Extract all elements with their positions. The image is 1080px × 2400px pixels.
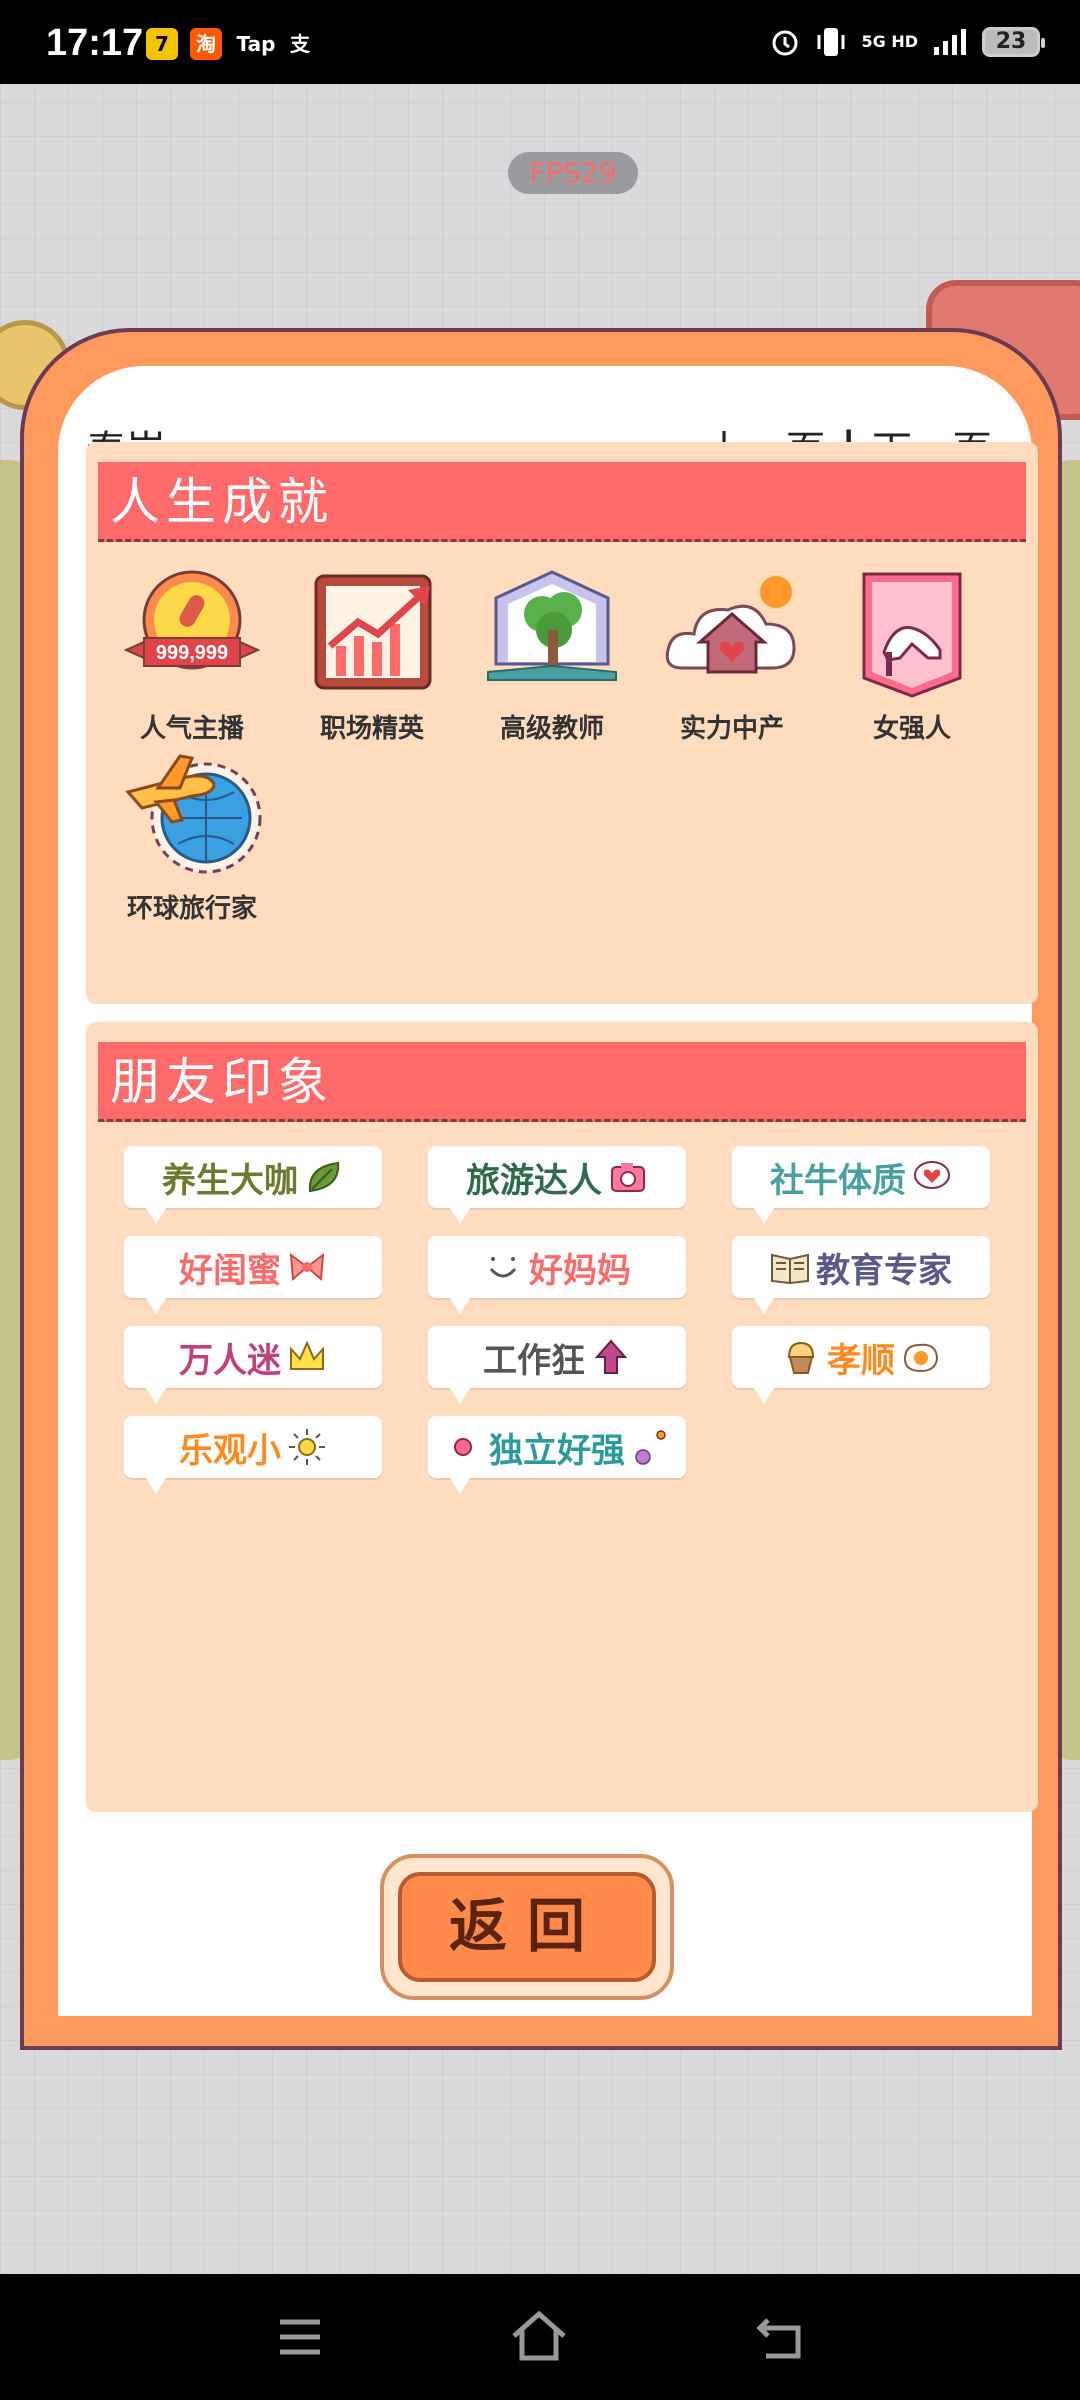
arrow-up-icon bbox=[594, 1339, 628, 1374]
impression-tag[interactable]: 好闺蜜 bbox=[124, 1236, 382, 1314]
cloud-house-icon bbox=[665, 576, 796, 674]
taobao-icon: 淘 bbox=[190, 28, 222, 60]
impression-label: 旅游达人 bbox=[466, 1160, 602, 1201]
impression-label: 万人迷 bbox=[179, 1340, 281, 1381]
impression-label: 乐观小 bbox=[179, 1430, 281, 1471]
globe-plane-icon bbox=[125, 754, 262, 874]
leaf-icon bbox=[308, 1161, 340, 1193]
impression-tag[interactable]: 工作狂 bbox=[428, 1326, 686, 1404]
fps-counter: FPS29 bbox=[508, 152, 638, 194]
tap-icon: Tap bbox=[236, 32, 276, 56]
achievement-label: 高级教师 bbox=[499, 714, 604, 744]
achievement-label: 实力中产 bbox=[679, 714, 784, 744]
impressions-title: 朋友印象 bbox=[98, 1042, 1026, 1122]
app-7-icon: 7 bbox=[146, 28, 178, 60]
camera-icon bbox=[611, 1163, 645, 1192]
status-time: 17:17 bbox=[46, 22, 144, 64]
achievement-item[interactable]: 职场精英 bbox=[292, 568, 452, 745]
status-bar: 17:17 7 淘 Tap 支 5G HD 23 bbox=[0, 0, 1080, 84]
dots-icon bbox=[635, 1430, 666, 1465]
achievement-item[interactable]: 环球旅行家 bbox=[112, 748, 272, 925]
status-indicators: 5G HD 23 bbox=[769, 22, 1045, 62]
signal-icon bbox=[934, 29, 966, 55]
crown-icon bbox=[290, 1340, 324, 1370]
profile-modal: 秦岚 上一页 | 下一页 人生成就 999,999 人气主播 bbox=[20, 328, 1062, 2050]
impression-tag[interactable]: 乐观小 bbox=[124, 1416, 382, 1494]
bow-icon bbox=[289, 1252, 325, 1282]
impressions-panel: 朋友印象 养生大咖 旅游达人 社牛体质 好闺蜜 好妈妈 教育专家 万人迷 工作狂… bbox=[86, 1022, 1038, 1812]
home-icon[interactable] bbox=[508, 2308, 570, 2364]
impression-tag[interactable]: 教育专家 bbox=[732, 1236, 990, 1314]
impression-label: 工作狂 bbox=[483, 1340, 585, 1381]
achievement-item[interactable]: 高级教师 bbox=[472, 568, 632, 745]
system-nav-bar bbox=[0, 2274, 1080, 2400]
alarm-icon bbox=[772, 30, 798, 56]
menu-icon[interactable] bbox=[276, 2316, 324, 2358]
impression-tag[interactable]: 养生大咖 bbox=[124, 1146, 382, 1224]
impression-label: 好妈妈 bbox=[529, 1250, 631, 1291]
impression-label: 孝顺 bbox=[827, 1340, 895, 1381]
alipay-icon: 支 bbox=[290, 32, 310, 56]
modal-content: 秦岚 上一页 | 下一页 人生成就 999,999 人气主播 bbox=[58, 366, 1038, 2016]
achievement-item[interactable]: 女强人 bbox=[832, 568, 992, 745]
impression-tag[interactable]: 万人迷 bbox=[124, 1326, 382, 1404]
impression-label: 好闺蜜 bbox=[179, 1250, 281, 1291]
cupcake-icon bbox=[787, 1341, 815, 1374]
achievement-item[interactable]: 999,999 人气主播 bbox=[112, 568, 272, 745]
achievement-label: 职场精英 bbox=[319, 714, 424, 744]
achievements-panel: 人生成就 999,999 人气主播 职场精英 高级教师 实力中产 女强人 环球旅… bbox=[86, 442, 1038, 1004]
network-label: 5G HD bbox=[861, 32, 918, 51]
impression-label: 养生大咖 bbox=[162, 1160, 298, 1201]
return-button[interactable]: 返回 bbox=[380, 1854, 674, 2000]
badge-number: 999,999 bbox=[156, 642, 228, 664]
achievements-title: 人生成就 bbox=[98, 462, 1026, 542]
rising-chart-icon bbox=[314, 574, 432, 690]
impression-tag[interactable]: 独立好强 bbox=[428, 1416, 686, 1494]
book-icon bbox=[771, 1253, 809, 1285]
impression-label: 独立好强 bbox=[489, 1430, 625, 1471]
impression-label: 社牛体质 bbox=[770, 1160, 906, 1201]
return-button-label: 返回 bbox=[398, 1872, 656, 1982]
impression-tag[interactable]: 好妈妈 bbox=[428, 1236, 686, 1314]
impression-tag[interactable]: 社牛体质 bbox=[732, 1146, 990, 1224]
egg-icon bbox=[903, 1343, 939, 1373]
impression-tag[interactable]: 孝顺 bbox=[732, 1326, 990, 1404]
achievement-label: 环球旅行家 bbox=[126, 894, 257, 924]
smile-icon bbox=[489, 1257, 517, 1278]
achievement-label: 人气主播 bbox=[139, 714, 244, 744]
heart-bubble-icon bbox=[914, 1161, 950, 1189]
tree-book-icon bbox=[487, 570, 617, 681]
impression-label: 教育专家 bbox=[816, 1250, 952, 1291]
battery-indicator: 23 bbox=[982, 27, 1045, 57]
impression-tag[interactable]: 旅游达人 bbox=[428, 1146, 686, 1224]
vibrate-icon bbox=[817, 28, 845, 56]
high-heel-icon bbox=[862, 572, 962, 698]
achievement-item[interactable]: 实力中产 bbox=[652, 568, 812, 745]
achievement-label: 女强人 bbox=[872, 714, 951, 744]
back-icon[interactable] bbox=[754, 2312, 808, 2362]
sun-icon bbox=[289, 1429, 325, 1465]
dot-icon bbox=[454, 1438, 472, 1456]
microphone-badge-icon: 999,999 bbox=[123, 570, 261, 670]
